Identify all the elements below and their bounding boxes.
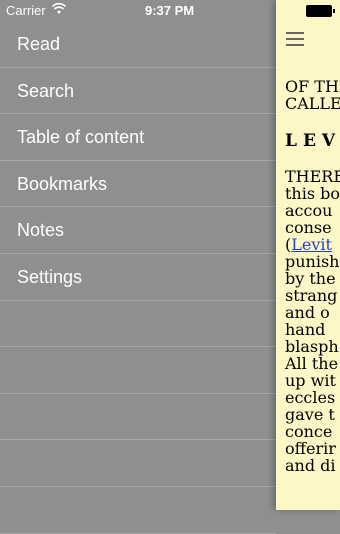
body-line: strang: [285, 286, 338, 305]
menu-item-read[interactable]: Read: [0, 21, 276, 68]
menu-item-label: Bookmarks: [17, 173, 108, 194]
menu-item-label: Notes: [17, 220, 65, 241]
hamburger-menu-icon[interactable]: [286, 32, 304, 46]
body-line: accou: [285, 201, 333, 220]
reader-pane[interactable]: OF THE CALLE LEV THERE this bo accou con…: [276, 0, 340, 510]
menu-empty-row: [0, 301, 276, 348]
menu-item-label: Search: [17, 80, 75, 101]
menu-item-label: Table of content: [17, 127, 145, 148]
menu-empty-row: [0, 440, 276, 487]
body-line: blasph: [285, 337, 339, 356]
body-line: offerir: [285, 439, 336, 458]
battery-icon: [306, 5, 335, 17]
menu-item-search[interactable]: Search: [0, 68, 276, 115]
body-line-with-link: (Levit: [285, 236, 340, 253]
body-line: up wit: [285, 371, 336, 390]
menu-item-notes[interactable]: Notes: [0, 207, 276, 254]
reader-content: OF THE CALLE LEV THERE this bo accou con…: [285, 78, 340, 474]
menu-item-bookmarks[interactable]: Bookmarks: [0, 161, 276, 208]
body-line: hand: [285, 320, 326, 339]
body-line: this bo: [285, 184, 340, 203]
body-line: punish: [285, 252, 340, 271]
menu-item-label: Read: [17, 34, 61, 54]
body-line: and di: [285, 456, 336, 475]
body-line: by the: [285, 269, 336, 288]
body-line: All the: [285, 354, 339, 373]
clock: 9:37 PM: [145, 3, 195, 18]
side-menu: Read Search Table of content Bookmarks N…: [0, 0, 276, 534]
menu-list: Read Search Table of content Bookmarks N…: [0, 21, 276, 534]
body-line: THERE: [285, 167, 340, 186]
menu-empty-row: [0, 487, 276, 534]
body-line: gave t: [285, 405, 335, 424]
body-line: conce: [285, 422, 333, 441]
wifi-icon: [51, 2, 67, 18]
menu-empty-row: [0, 394, 276, 441]
book-body-text: THERE this bo accou conse (Levit punish …: [285, 168, 340, 474]
book-heading-line: OF THE: [285, 77, 340, 96]
carrier-label: Carrier: [6, 3, 46, 18]
menu-item-table-of-content[interactable]: Table of content: [0, 114, 276, 161]
body-line: conse: [285, 218, 332, 237]
menu-item-label: Settings: [17, 266, 83, 287]
book-heading-line: CALLE: [285, 94, 340, 113]
book-chapter-title: LEV: [285, 131, 340, 151]
status-bar: Carrier 9:37 PM: [0, 0, 340, 22]
menu-item-settings[interactable]: Settings: [0, 254, 276, 301]
body-line: and o: [285, 303, 330, 322]
menu-empty-row: [0, 347, 276, 394]
body-line: eccles: [285, 388, 336, 407]
